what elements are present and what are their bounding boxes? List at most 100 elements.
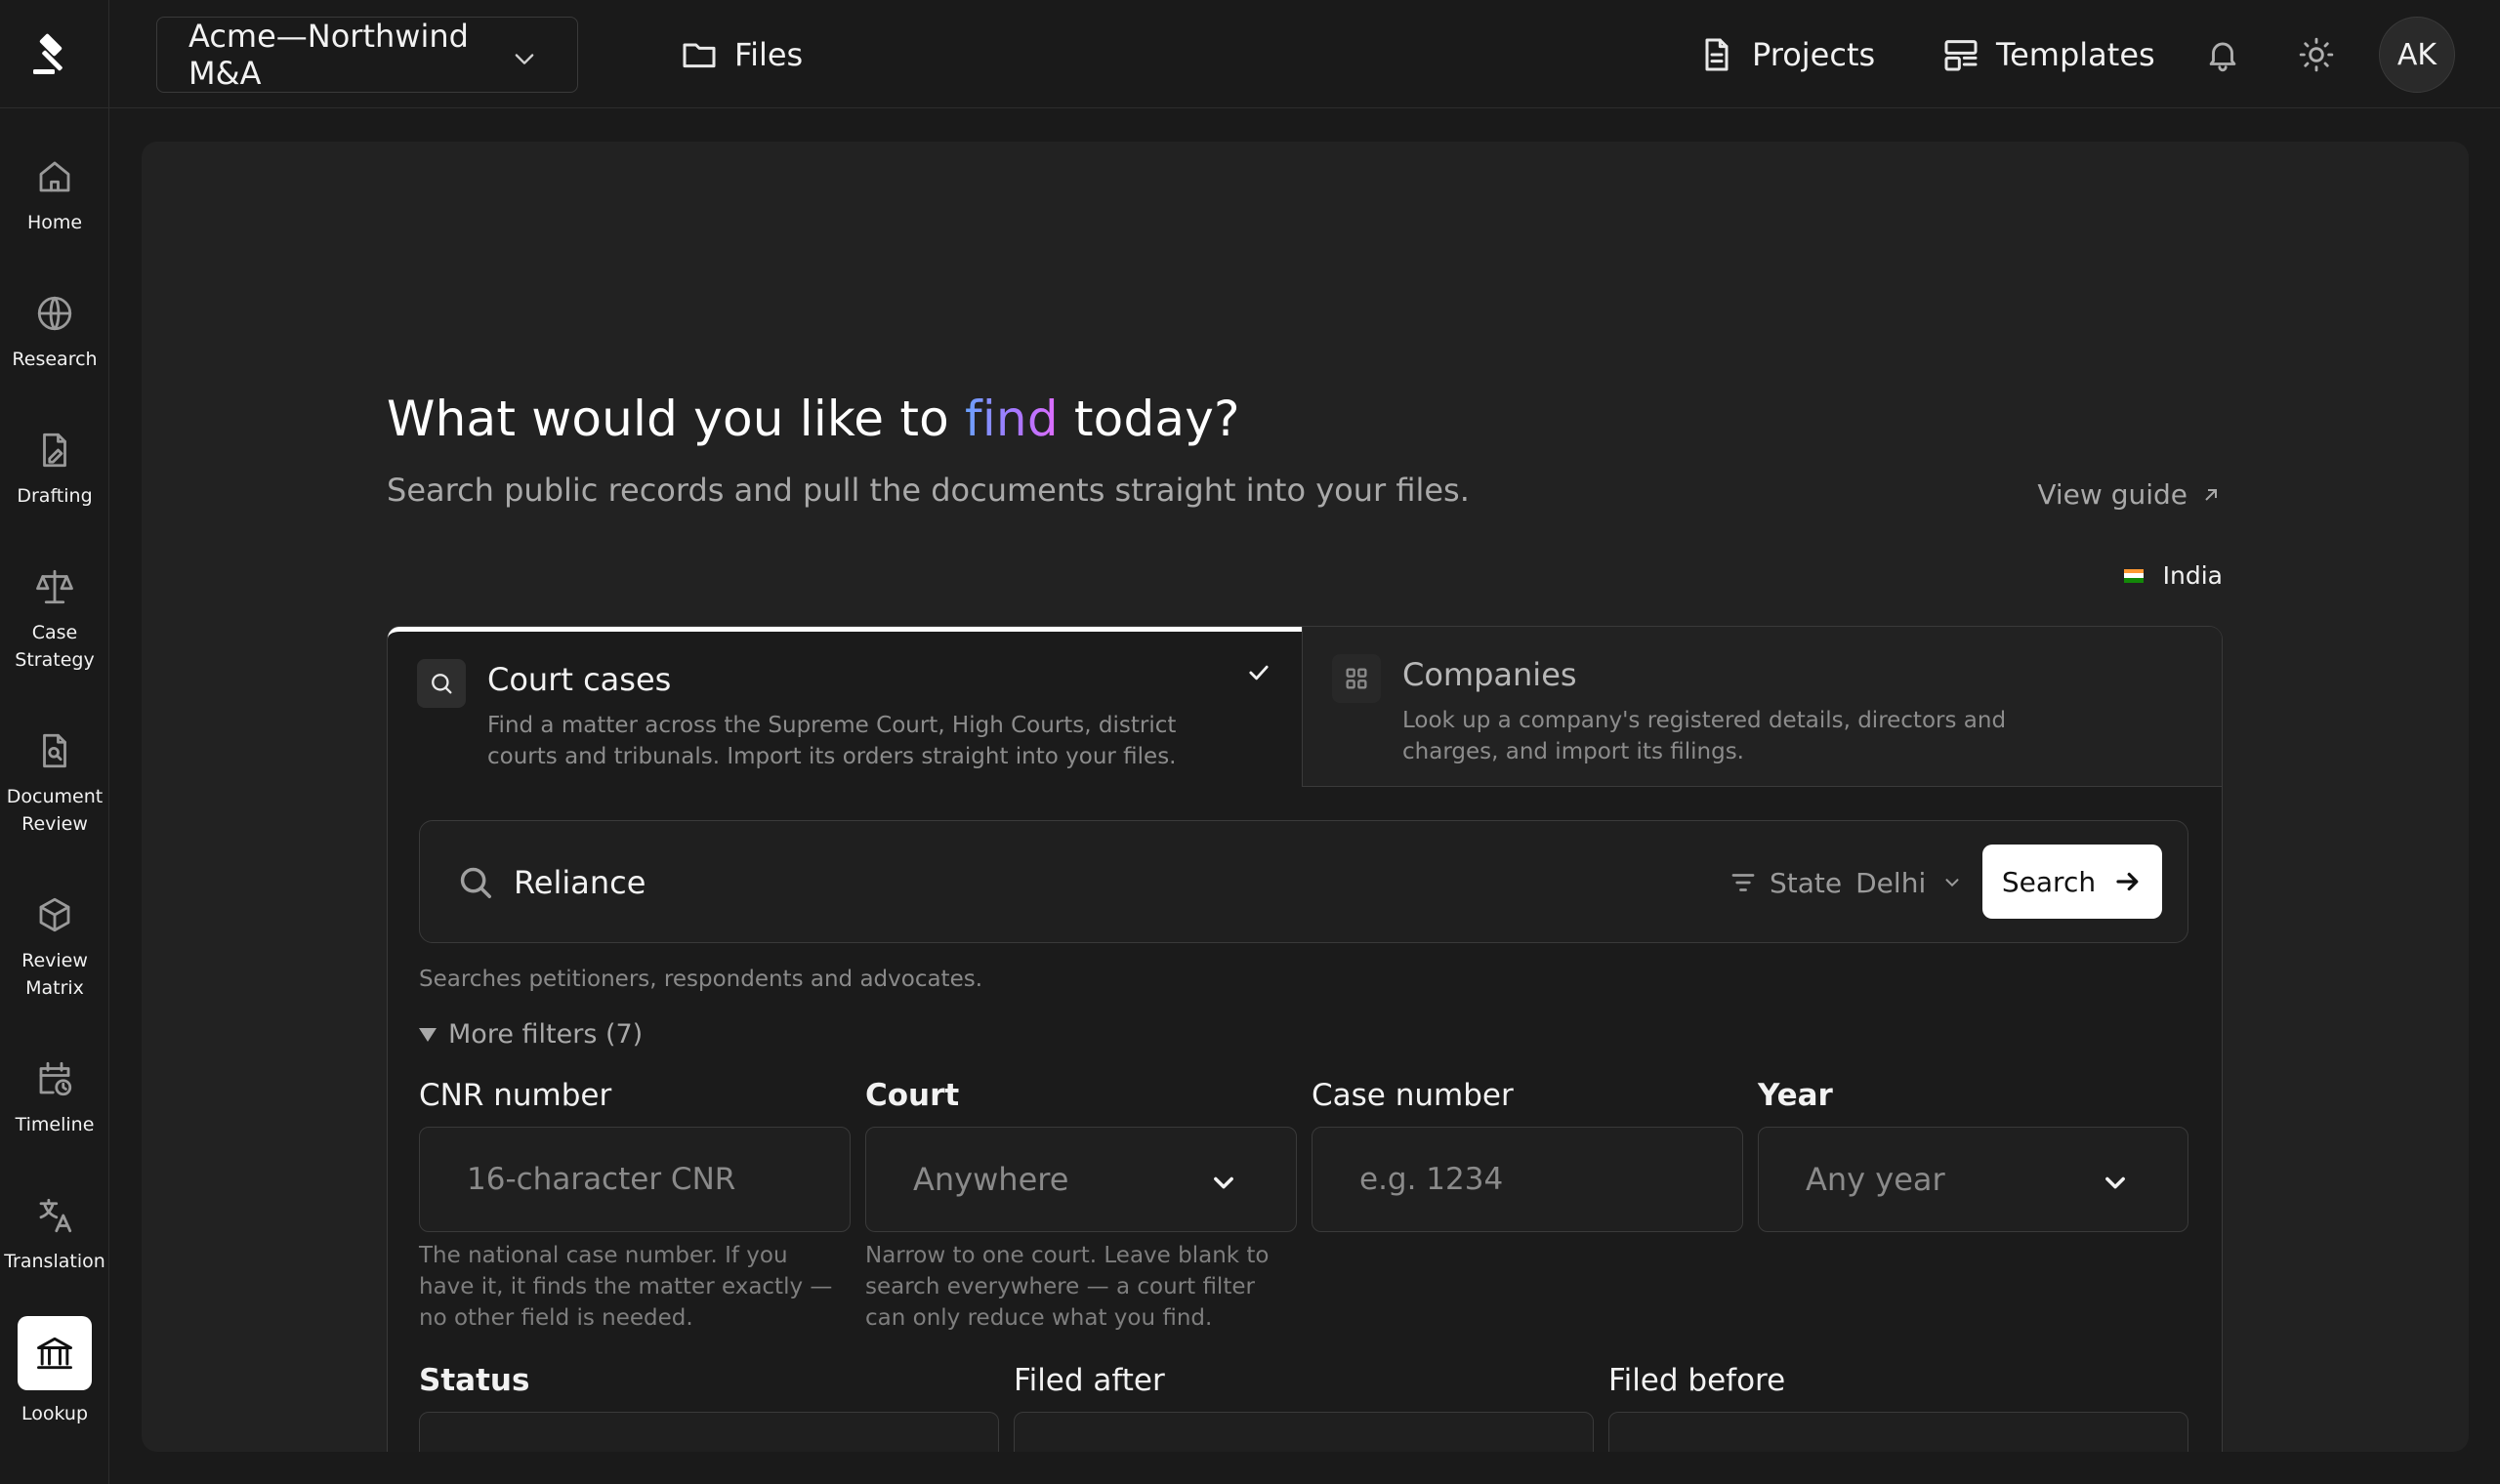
avatar-initials: AK bbox=[2396, 37, 2438, 72]
sidebar-item-timeline[interactable]: Timeline bbox=[0, 1056, 109, 1138]
state-filter-dropdown[interactable]: State Delhi bbox=[1729, 860, 1963, 905]
search-bar: State Delhi Search bbox=[419, 820, 2188, 943]
headline-accent: find bbox=[965, 391, 1059, 447]
sidebar-item-drafting[interactable]: Drafting bbox=[0, 428, 109, 510]
grid-icon bbox=[1332, 654, 1381, 703]
view-guide-label: View guide bbox=[2037, 478, 2188, 511]
calendar-clock-icon bbox=[32, 1056, 77, 1101]
case-number-label: Case number bbox=[1312, 1078, 1514, 1113]
sidebar-item-translation[interactable]: Translation bbox=[0, 1193, 109, 1275]
arrow-up-right-icon bbox=[2205, 488, 2217, 501]
sidebar-item-label: Review Matrix bbox=[21, 950, 88, 999]
more-filters-label: More filters (7) bbox=[448, 1019, 644, 1050]
projects-link[interactable]: Projects bbox=[1697, 27, 1875, 82]
sidebar-item-research[interactable]: Research bbox=[0, 291, 109, 373]
sidebar-item-home[interactable]: Home bbox=[0, 154, 109, 236]
files-label: Files bbox=[734, 36, 804, 73]
page-subtitle: Search public records and pull the docum… bbox=[387, 472, 1470, 509]
sidebar: Home Research Drafting Case Strategy Doc… bbox=[0, 0, 109, 1484]
search-input[interactable] bbox=[514, 850, 1490, 915]
year-select[interactable]: Any year bbox=[1758, 1127, 2188, 1232]
files-link[interactable]: Files bbox=[680, 27, 803, 82]
country-label: India bbox=[2162, 561, 2223, 590]
sidebar-item-label: Timeline bbox=[15, 1114, 95, 1135]
view-guide-link[interactable]: View guide bbox=[2037, 478, 2223, 511]
sidebar-item-label: Home bbox=[26, 212, 83, 233]
filter-icon bbox=[1731, 874, 1755, 891]
cnr-input[interactable] bbox=[467, 1162, 803, 1197]
pen-document-icon bbox=[32, 428, 77, 473]
avatar[interactable]: AK bbox=[2379, 17, 2455, 93]
chevron-down-icon bbox=[1210, 1167, 1237, 1204]
document-search-icon bbox=[32, 728, 77, 773]
sidebar-item-label: Research bbox=[12, 349, 98, 370]
workspace-name: Acme—Northwind M&A bbox=[188, 18, 469, 92]
court-select[interactable]: Anywhere bbox=[865, 1127, 1297, 1232]
sidebar-item-lookup[interactable]: Lookup bbox=[0, 1316, 109, 1427]
cube-icon bbox=[32, 892, 77, 937]
tab-companies[interactable]: Companies Look up a company's registered… bbox=[1302, 627, 2222, 787]
tab-court-cases[interactable]: Court cases Find a matter across the Sup… bbox=[388, 627, 1302, 787]
sidebar-item-review-matrix[interactable]: Review Matrix bbox=[0, 892, 109, 1002]
filed-before-field[interactable] bbox=[1608, 1412, 2188, 1452]
cnr-field[interactable] bbox=[419, 1127, 851, 1232]
gavel-logo-icon bbox=[33, 33, 62, 74]
translate-icon bbox=[32, 1193, 77, 1238]
sidebar-item-document-review[interactable]: Document Review bbox=[0, 728, 109, 838]
court-help: Narrow to one court. Leave blank to sear… bbox=[865, 1243, 1270, 1331]
sidebar-item-label: Case Strategy bbox=[15, 622, 95, 671]
status-label: Status bbox=[419, 1363, 530, 1398]
country-selector[interactable]: India bbox=[2123, 561, 2223, 590]
state-filter-label: State bbox=[1770, 866, 1843, 899]
cnr-label: CNR number bbox=[419, 1078, 612, 1113]
main-panel: What would you like to find today? Searc… bbox=[142, 142, 2469, 1452]
sidebar-item-label: Lookup bbox=[21, 1403, 89, 1424]
scales-icon bbox=[32, 564, 77, 609]
templates-link[interactable]: Templates bbox=[1941, 27, 2155, 82]
case-number-field[interactable] bbox=[1312, 1127, 1743, 1232]
search-button-label: Search bbox=[2001, 865, 2097, 898]
search-card: Court cases Find a matter across the Sup… bbox=[387, 626, 2223, 1452]
sidebar-item-case-strategy[interactable]: Case Strategy bbox=[0, 564, 109, 674]
status-select[interactable] bbox=[419, 1412, 999, 1452]
app-logo[interactable] bbox=[0, 0, 109, 108]
check-icon bbox=[1245, 659, 1272, 690]
search-button[interactable]: Search bbox=[1982, 845, 2162, 919]
search-hint: Searches petitioners, respondents and ad… bbox=[419, 967, 983, 992]
bell-icon bbox=[2209, 42, 2236, 72]
filed-before-label: Filed before bbox=[1608, 1363, 1786, 1398]
search-icon bbox=[417, 659, 466, 708]
page-title: What would you like to find today? bbox=[387, 391, 1240, 447]
workspace-selector[interactable]: Acme—Northwind M&A bbox=[156, 17, 578, 93]
year-label: Year bbox=[1758, 1078, 1833, 1113]
headline-text-end: today? bbox=[1073, 391, 1240, 447]
filed-after-label: Filed after bbox=[1014, 1363, 1165, 1398]
home-icon bbox=[32, 154, 77, 199]
sidebar-item-label: Document Review bbox=[6, 786, 104, 835]
templates-label: Templates bbox=[1996, 36, 2155, 73]
sidebar-item-label: Translation bbox=[4, 1251, 105, 1272]
projects-label: Projects bbox=[1752, 36, 1876, 73]
tab-title: Court cases bbox=[487, 661, 672, 698]
filed-after-field[interactable] bbox=[1014, 1412, 1594, 1452]
court-select-value: Anywhere bbox=[913, 1161, 1069, 1198]
sidebar-item-label: Drafting bbox=[17, 485, 93, 507]
headline-text: What would you like to bbox=[387, 391, 949, 447]
tab-description: Find a matter across the Supreme Court, … bbox=[487, 713, 1177, 769]
theme-toggle-button[interactable] bbox=[2293, 31, 2340, 78]
triangle-down-icon bbox=[419, 1027, 437, 1042]
more-filters-toggle[interactable]: More filters (7) bbox=[419, 1019, 643, 1050]
india-flag-icon bbox=[2123, 568, 2144, 583]
arrow-right-icon bbox=[2116, 872, 2139, 891]
search-icon bbox=[457, 864, 494, 905]
notifications-button[interactable] bbox=[2199, 31, 2246, 78]
top-bar: Acme—Northwind M&A Files Projects Templa… bbox=[109, 0, 2500, 108]
globe-icon bbox=[32, 291, 77, 336]
case-number-input[interactable] bbox=[1359, 1162, 1695, 1197]
cnr-help: The national case number. If you have it… bbox=[419, 1243, 833, 1331]
state-filter-value: Delhi bbox=[1855, 866, 1927, 899]
tab-title: Companies bbox=[1402, 656, 1577, 693]
layout-template-icon bbox=[1944, 40, 1978, 71]
folder-icon bbox=[683, 43, 716, 68]
court-label: Court bbox=[865, 1078, 960, 1113]
